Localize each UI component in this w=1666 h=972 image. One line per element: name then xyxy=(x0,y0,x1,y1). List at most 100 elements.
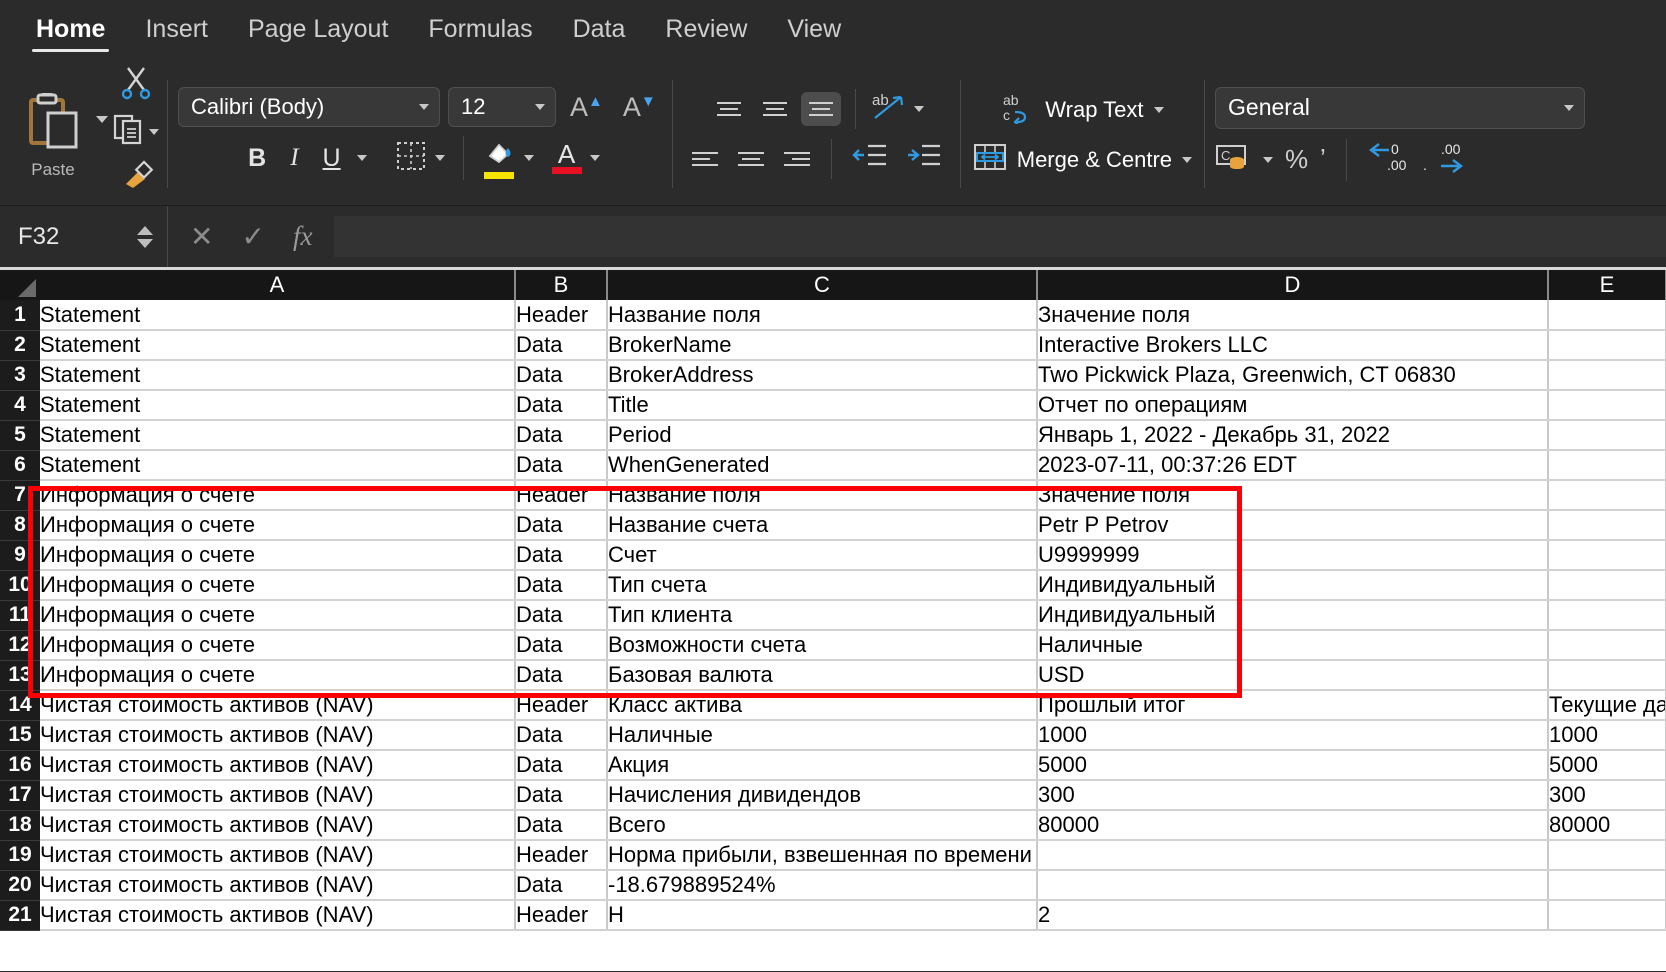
cell-B7[interactable]: Header xyxy=(515,480,608,511)
cell-D7[interactable]: Значение поля xyxy=(1037,480,1549,511)
cell-B5[interactable]: Data xyxy=(515,420,608,451)
cell-C16[interactable]: Акция xyxy=(607,750,1038,781)
select-all-corner[interactable] xyxy=(0,270,40,300)
confirm-check-icon[interactable]: ✓ xyxy=(241,220,264,253)
cell-D16[interactable]: 5000 xyxy=(1037,750,1549,781)
cell-A17[interactable]: Чистая стоимость активов (NAV) xyxy=(40,780,516,811)
cell-E14[interactable]: Текущие да xyxy=(1548,690,1666,721)
copy-button[interactable] xyxy=(112,110,159,154)
paste-button[interactable]: Paste xyxy=(14,87,92,180)
cell-E19[interactable] xyxy=(1548,840,1666,871)
cell-E20[interactable] xyxy=(1548,870,1666,901)
row-header-18[interactable]: 18 xyxy=(0,810,40,841)
column-header-D[interactable]: D xyxy=(1037,270,1549,300)
cell-B2[interactable]: Data xyxy=(515,330,608,361)
cell-E12[interactable] xyxy=(1548,630,1666,661)
cell-D15[interactable]: 1000 xyxy=(1037,720,1549,751)
cell-B10[interactable]: Data xyxy=(515,570,608,601)
cell-B4[interactable]: Data xyxy=(515,390,608,421)
cell-C8[interactable]: Название счета xyxy=(607,510,1038,541)
cell-A9[interactable]: Информация о счете xyxy=(40,540,516,571)
column-header-A[interactable]: A xyxy=(40,270,516,300)
cell-B11[interactable]: Data xyxy=(515,600,608,631)
cell-A8[interactable]: Информация о счете xyxy=(40,510,516,541)
cell-C17[interactable]: Начисления дивидендов xyxy=(607,780,1038,811)
cell-A6[interactable]: Statement xyxy=(40,450,516,481)
cell-D13[interactable]: USD xyxy=(1037,660,1549,691)
cell-D9[interactable]: U9999999 xyxy=(1037,540,1549,571)
cell-E8[interactable] xyxy=(1548,510,1666,541)
row-header-5[interactable]: 5 xyxy=(0,420,40,451)
cell-B9[interactable]: Data xyxy=(515,540,608,571)
accounting-dropdown-chevron-down-icon[interactable] xyxy=(1263,156,1274,163)
cell-C2[interactable]: BrokerName xyxy=(607,330,1038,361)
cell-C4[interactable]: Title xyxy=(607,390,1038,421)
cell-A15[interactable]: Чистая стоимость активов (NAV) xyxy=(40,720,516,751)
cell-E17[interactable]: 300 xyxy=(1548,780,1666,811)
cell-C9[interactable]: Счет xyxy=(607,540,1038,571)
cell-A19[interactable]: Чистая стоимость активов (NAV) xyxy=(40,840,516,871)
cell-D12[interactable]: Наличные xyxy=(1037,630,1549,661)
cell-A4[interactable]: Statement xyxy=(40,390,516,421)
cell-B8[interactable]: Data xyxy=(515,510,608,541)
cell-B13[interactable]: Data xyxy=(515,660,608,691)
align-right-icon[interactable] xyxy=(777,142,817,176)
cell-B15[interactable]: Data xyxy=(515,720,608,751)
cell-C11[interactable]: Тип клиента xyxy=(607,600,1038,631)
fill-color-dropdown-chevron-down-icon[interactable] xyxy=(523,155,534,161)
cell-D21[interactable]: 2 xyxy=(1037,900,1549,931)
cell-A18[interactable]: Чистая стоимость активов (NAV) xyxy=(40,810,516,841)
row-header-2[interactable]: 2 xyxy=(0,330,40,361)
ribbon-tab-insert[interactable]: Insert xyxy=(127,11,226,52)
cell-A21[interactable]: Чистая стоимость активов (NAV) xyxy=(40,900,516,931)
cell-D14[interactable]: Прошлый итог xyxy=(1037,690,1549,721)
align-center-icon[interactable] xyxy=(731,142,771,176)
accounting-format-icon[interactable]: C xyxy=(1215,142,1251,177)
percent-style-button[interactable]: % xyxy=(1285,144,1308,175)
row-header-7[interactable]: 7 xyxy=(0,480,40,511)
cell-A14[interactable]: Чистая стоимость активов (NAV) xyxy=(40,690,516,721)
row-header-14[interactable]: 14 xyxy=(0,690,40,721)
cell-B19[interactable]: Header xyxy=(515,840,608,871)
row-header-1[interactable]: 1 xyxy=(0,300,40,331)
increase-font-size-button[interactable]: A▲ xyxy=(564,92,609,123)
merge-dropdown-chevron-down-icon[interactable] xyxy=(1182,156,1193,163)
cell-A5[interactable]: Statement xyxy=(40,420,516,451)
cell-C13[interactable]: Базовая валюта xyxy=(607,660,1038,691)
row-header-3[interactable]: 3 xyxy=(0,360,40,391)
font-name-select[interactable]: Calibri (Body) xyxy=(178,87,440,127)
cell-C12[interactable]: Возможности счета xyxy=(607,630,1038,661)
row-header-9[interactable]: 9 xyxy=(0,540,40,571)
cell-E18[interactable]: 80000 xyxy=(1548,810,1666,841)
cell-A12[interactable]: Информация о счете xyxy=(40,630,516,661)
row-header-12[interactable]: 12 xyxy=(0,630,40,661)
cell-B1[interactable]: Header xyxy=(515,300,608,331)
paste-dropdown-chevron-down-icon[interactable] xyxy=(96,116,108,123)
cell-C3[interactable]: BrokerAddress xyxy=(607,360,1038,391)
row-header-17[interactable]: 17 xyxy=(0,780,40,811)
cell-C5[interactable]: Period xyxy=(607,420,1038,451)
underline-button[interactable]: U xyxy=(315,142,349,175)
cell-B12[interactable]: Data xyxy=(515,630,608,661)
cell-E2[interactable] xyxy=(1548,330,1666,361)
cell-E15[interactable]: 1000 xyxy=(1548,720,1666,751)
cell-C18[interactable]: Всего xyxy=(607,810,1038,841)
cell-A16[interactable]: Чистая стоимость активов (NAV) xyxy=(40,750,516,781)
increase-indent-icon[interactable] xyxy=(900,142,948,175)
borders-dropdown-chevron-down-icon[interactable] xyxy=(434,155,445,161)
cell-D11[interactable]: Индивидуальный xyxy=(1037,600,1549,631)
cell-D18[interactable]: 80000 xyxy=(1037,810,1549,841)
font-color-dropdown-chevron-down-icon[interactable] xyxy=(589,155,600,161)
decrease-font-size-button[interactable]: A▼ xyxy=(617,92,662,123)
cell-C20[interactable]: -18.679889524% xyxy=(607,870,1038,901)
copy-dropdown-chevron-down-icon[interactable] xyxy=(149,128,159,135)
wrap-text-button[interactable]: ab c Wrap Text xyxy=(1001,90,1164,130)
font-color-button[interactable]: A xyxy=(551,141,582,174)
cell-D6[interactable]: 2023-07-11, 00:37:26 EDT xyxy=(1037,450,1549,481)
cell-D20[interactable] xyxy=(1037,870,1549,901)
cell-A7[interactable]: Информация о счете xyxy=(40,480,516,511)
cell-A10[interactable]: Информация о счете xyxy=(40,570,516,601)
cell-C6[interactable]: WhenGenerated xyxy=(607,450,1038,481)
decrease-decimal-icon[interactable]: .00 . xyxy=(1423,140,1467,179)
wrap-text-dropdown-chevron-down-icon[interactable] xyxy=(1153,106,1164,113)
